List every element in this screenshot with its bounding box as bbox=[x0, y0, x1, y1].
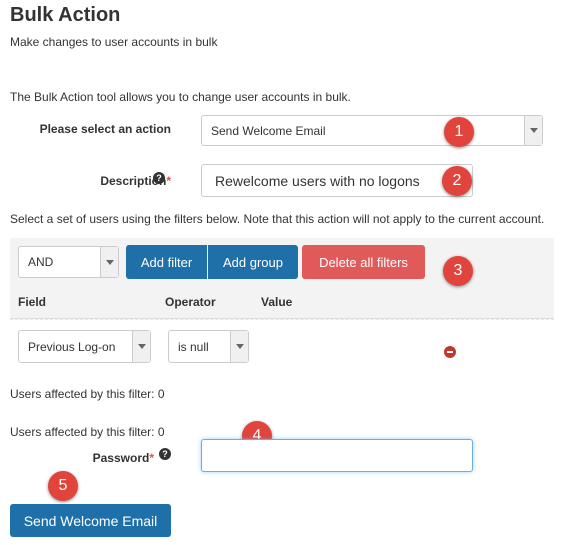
send-welcome-email-button[interactable]: Send Welcome Email bbox=[10, 504, 171, 537]
description-input[interactable]: Rewelcome users with no logons bbox=[201, 164, 473, 197]
password-label-text: Password bbox=[92, 451, 150, 465]
step-badge-3: 3 bbox=[443, 256, 473, 286]
action-select-value: Send Welcome Email bbox=[211, 123, 326, 138]
chevron-down-icon bbox=[100, 247, 118, 277]
password-label: Password* bbox=[93, 451, 154, 465]
chevron-down-icon bbox=[524, 116, 542, 145]
step-badge-2: 2 bbox=[442, 166, 472, 196]
delete-all-filters-button[interactable]: Delete all filters bbox=[302, 245, 425, 279]
action-select[interactable]: Send Welcome Email bbox=[201, 115, 543, 146]
chevron-down-icon bbox=[230, 331, 248, 362]
step-badge-1: 1 bbox=[444, 117, 474, 147]
intro-text: The Bulk Action tool allows you to chang… bbox=[10, 90, 351, 104]
add-group-button[interactable]: Add group bbox=[208, 245, 298, 279]
help-icon[interactable]: ? bbox=[153, 172, 165, 184]
step-badge-5: 5 bbox=[48, 471, 78, 501]
add-filter-button[interactable]: Add filter bbox=[126, 245, 207, 279]
required-marker: * bbox=[166, 174, 171, 188]
field-select-value: Previous Log-on bbox=[28, 339, 116, 354]
field-select[interactable]: Previous Log-on bbox=[18, 330, 151, 363]
logic-select[interactable]: AND bbox=[18, 246, 119, 278]
row-affected-count: Users affected by this filter: 0 bbox=[10, 387, 165, 401]
password-input[interactable] bbox=[201, 439, 473, 472]
operator-select-value: is null bbox=[178, 339, 209, 354]
page-title: Bulk Action bbox=[10, 4, 121, 26]
help-icon[interactable]: ? bbox=[159, 448, 171, 460]
action-label: Please select an action bbox=[39, 122, 171, 136]
chevron-down-icon bbox=[132, 331, 150, 362]
remove-filter-icon[interactable] bbox=[444, 346, 456, 358]
logic-select-value: AND bbox=[28, 255, 54, 269]
required-marker: * bbox=[149, 451, 154, 465]
operator-select[interactable]: is null bbox=[168, 330, 249, 363]
column-header-field: Field bbox=[18, 295, 47, 309]
row-divider bbox=[10, 319, 554, 320]
column-header-value: Value bbox=[261, 295, 293, 309]
total-affected-count: Users affected by this filter: 0 bbox=[10, 425, 165, 439]
description-value: Rewelcome users with no logons bbox=[215, 172, 420, 189]
column-header-operator: Operator bbox=[165, 295, 216, 309]
page-subtitle: Make changes to user accounts in bulk bbox=[10, 35, 218, 49]
filter-note: Select a set of users using the filters … bbox=[10, 212, 545, 226]
